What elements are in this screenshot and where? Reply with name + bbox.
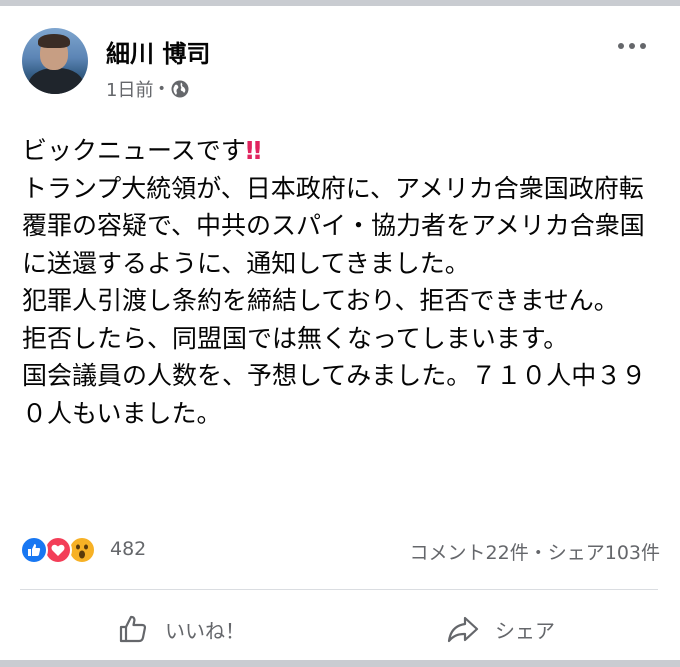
- author-name[interactable]: 細川 博司: [106, 34, 210, 69]
- divider: [20, 589, 658, 590]
- globe-icon: [171, 80, 189, 98]
- action-bar: いいね！ シェア: [20, 604, 660, 654]
- more-options-button[interactable]: [612, 34, 652, 58]
- post-body: ビックニュースです‼ トランプ大統領が、日本政府に、アメリカ合衆国政府転覆罪の容…: [22, 132, 662, 432]
- post-body-text: トランプ大統領が、日本政府に、アメリカ合衆国政府転覆罪の容疑で、中共のスパイ・協…: [22, 173, 647, 428]
- share-arrow-icon: [447, 616, 479, 643]
- comments-shares-count[interactable]: コメント22件・シェア103件: [410, 538, 660, 565]
- wow-reaction-icon: [68, 536, 96, 564]
- post-meta: 1日前 •: [106, 76, 190, 102]
- reactions-bar[interactable]: 482 コメント22件・シェア103件: [20, 536, 660, 568]
- more-dot-icon: [618, 43, 624, 49]
- thumbs-up-icon: [119, 615, 147, 643]
- post-header: 細川 博司 1日前 •: [22, 28, 662, 108]
- reaction-count[interactable]: 482: [110, 538, 146, 560]
- love-reaction-icon: [44, 536, 72, 564]
- more-dot-icon: [640, 43, 646, 49]
- like-reaction-icon: [20, 536, 48, 564]
- share-button[interactable]: シェア: [340, 604, 660, 654]
- post-body-line1: ビックニュースです: [22, 136, 246, 165]
- separator-dot: •: [157, 81, 166, 97]
- author-avatar[interactable]: [22, 28, 88, 94]
- post-time[interactable]: 1日前: [106, 76, 153, 102]
- double-exclamation-icon: ‼: [245, 136, 262, 165]
- post-card: 細川 博司 1日前 • ビックニュースです‼ トランプ大統領が、日本政府に、アメ…: [0, 6, 680, 660]
- like-button[interactable]: いいね！: [20, 604, 340, 654]
- like-label: いいね！: [165, 618, 245, 643]
- share-label: シェア: [495, 618, 555, 643]
- more-dot-icon: [629, 43, 635, 49]
